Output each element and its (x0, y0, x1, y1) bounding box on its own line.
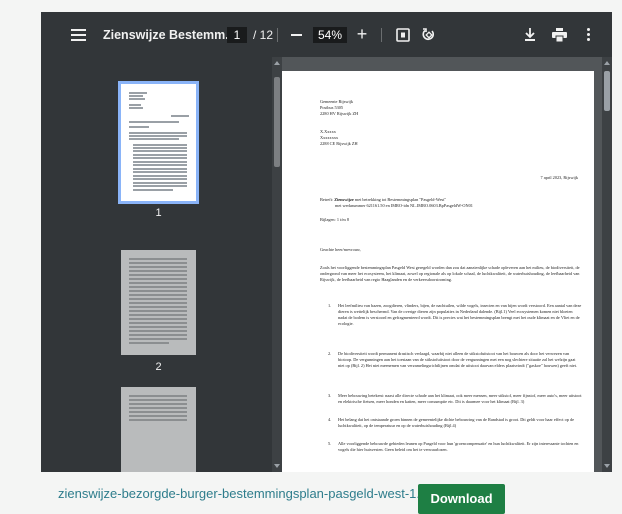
print-icon[interactable] (551, 12, 567, 57)
document-scrollbar[interactable] (602, 57, 612, 472)
fit-to-page-icon[interactable] (395, 12, 411, 57)
thumbnail-page-1[interactable]: 1 (118, 81, 199, 219)
scroll-down-icon[interactable] (274, 464, 280, 468)
scroll-up-icon[interactable] (274, 61, 280, 65)
scroll-down-icon[interactable] (604, 464, 610, 468)
zoom-in-icon[interactable]: + (355, 12, 369, 57)
thumbnail-sidebar: 1 2 (41, 57, 272, 472)
list-item: Meer bebouwing betekent: naast alle dire… (338, 393, 582, 404)
attachments-line: Bijlagen: 1 t/m 8 (320, 217, 350, 222)
intro-paragraph: Zoals het voorliggende bestemmingsplan P… (320, 265, 580, 282)
list-item: Het leefmilieu van bazen, zoogdieren, vl… (338, 303, 582, 326)
document-area: Gemeente Rijswijk Postbus 5305 2280 HV R… (282, 57, 612, 472)
thumbnail-sheet (121, 387, 196, 472)
pdf-viewer: Zienswijze Bestemm... 1 / 12 54% + 1 2 G… (41, 12, 612, 472)
subject-label: Betreft: (320, 197, 334, 202)
list-marker: 1. (328, 303, 332, 308)
subject-line-2: met werknummer 621161.50 en IMRO-idn NL.… (335, 203, 473, 208)
page-total: / 12 (253, 27, 274, 42)
salutation: Geachte heer/mevrouw, (320, 247, 361, 252)
more-options-icon[interactable] (585, 12, 591, 57)
download-icon[interactable] (523, 12, 537, 57)
list-marker: 4. (328, 417, 332, 422)
file-name: zienswijze-bezorgde-burger-bestemmingspl… (58, 486, 428, 501)
list-item: Het belang dat het ontstaande groen binn… (338, 417, 575, 428)
document-title: Zienswijze Bestemm... (103, 27, 236, 42)
recipient-line: 2280 HV Rijswijk ZH (320, 111, 359, 116)
thumbnail-sheet (118, 81, 199, 204)
page-number-input[interactable]: 1 (227, 27, 247, 43)
list-item: Alle voorliggende bebouwde gebieden leun… (338, 441, 579, 452)
sender-line: 2288 CE Rijswijk ZH (320, 141, 358, 146)
document-page: Gemeente Rijswijk Postbus 5305 2280 HV R… (282, 71, 594, 472)
scrollbar-thumb[interactable] (604, 71, 610, 111)
thumbnail-number: 2 (155, 361, 162, 373)
zoom-level-input[interactable]: 54% (313, 27, 347, 43)
thumbnail-sheet (121, 250, 196, 355)
toolbar-divider (277, 28, 278, 42)
letter-date: 7 april 2023, Rijswijk (540, 175, 578, 180)
rotate-icon[interactable] (420, 12, 436, 57)
list-marker: 3. (328, 393, 332, 398)
download-button[interactable]: Download (418, 484, 505, 514)
thumbnail-page-2[interactable]: 2 (121, 250, 196, 373)
list-item: De biodiversiteit wordt permanent drasti… (338, 351, 578, 368)
pdf-toolbar: Zienswijze Bestemm... 1 / 12 54% + (41, 12, 612, 57)
zoom-out-icon[interactable] (289, 12, 303, 57)
scrollbar-thumb[interactable] (274, 77, 280, 167)
toolbar-divider (381, 28, 382, 42)
thumbnail-page-3[interactable] (121, 387, 196, 472)
menu-icon[interactable] (69, 12, 87, 57)
subject-text: met betrekking tot Bestemmingsplan "Pasg… (354, 197, 447, 202)
list-marker: 2. (328, 351, 332, 356)
list-marker: 5. (328, 441, 332, 446)
sidebar-scrollbar[interactable] (272, 57, 282, 472)
thumbnail-number: 1 (155, 207, 162, 219)
subject-bold: Zienswijze (334, 197, 354, 202)
scroll-up-icon[interactable] (604, 61, 610, 65)
